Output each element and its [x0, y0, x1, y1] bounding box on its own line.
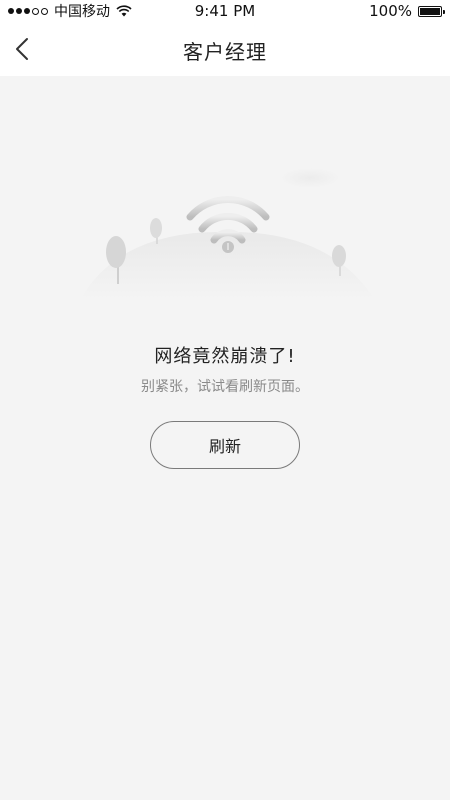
page-title: 客户经理 — [183, 40, 267, 64]
battery-level — [420, 7, 440, 15]
battery-percentage: 100% — [369, 2, 412, 20]
screen: 中国移动 9:41 PM 100% 客户经理 网络竟然崩溃了! 别紧张，试试看刷… — [0, 0, 450, 800]
chevron-left-icon — [16, 38, 28, 60]
refresh-button[interactable]: 刷新 — [150, 421, 300, 469]
battery-icon — [418, 5, 445, 17]
status-right: 100% — [369, 2, 445, 20]
status-bar: 中国移动 9:41 PM 100% — [0, 0, 450, 22]
error-subtitle: 别紧张，试试看刷新页面。 — [141, 379, 309, 395]
error-title: 网络竟然崩溃了! — [154, 346, 296, 367]
back-button[interactable] — [4, 30, 40, 68]
network-error-illustration — [80, 168, 375, 300]
cloud-shape — [280, 168, 340, 188]
navigation-bar: 客户经理 — [0, 22, 450, 76]
